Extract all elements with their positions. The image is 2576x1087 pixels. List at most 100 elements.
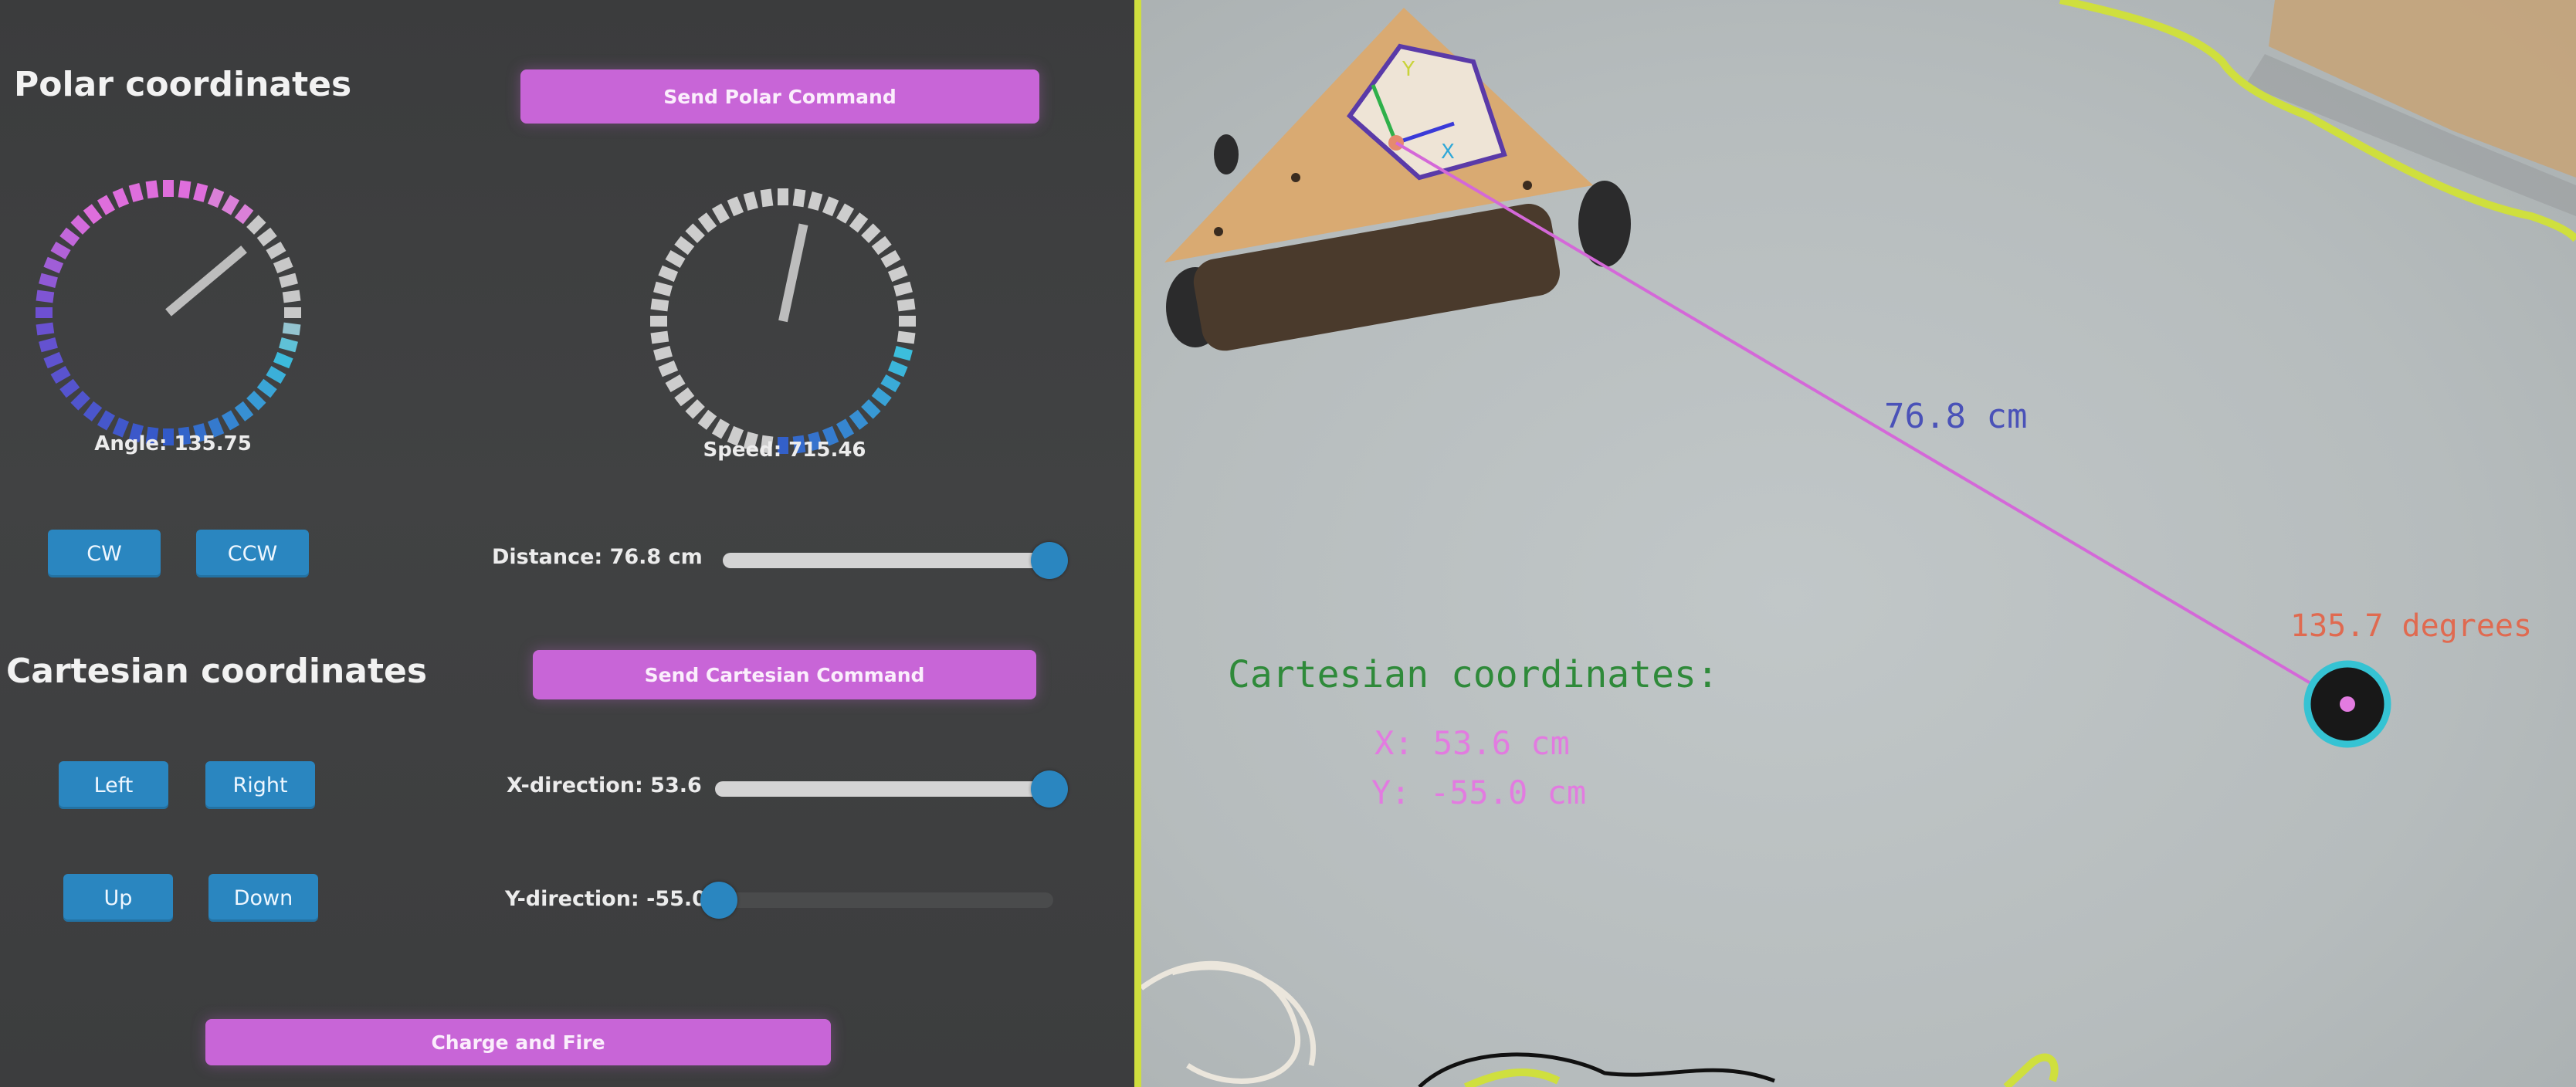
boundary-bottom-right [2003,1053,2059,1087]
angle-dial-tick [43,351,64,369]
send-cartesian-command-button[interactable]: Send Cartesian Command [533,650,1036,699]
speed-dial-tick [665,249,686,269]
speed-dial-tick [880,249,901,269]
angle-dial-tick [273,351,293,369]
app-root: Polar coordinates Send Polar Command Ang… [0,0,2576,1087]
speed-label: Speed: 715.46 [703,439,866,462]
speed-dial-tick [897,330,916,344]
angle-dial[interactable] [29,174,307,452]
y-direction-label: Y-direction: -55.0 [505,887,707,911]
x-direction-label: X-direction: 53.6 [507,774,702,797]
axis-y-label: Y [1402,58,1415,81]
charge-and-fire-button[interactable]: Charge and Fire [205,1019,831,1065]
angle-dial-tick [36,290,55,303]
angle-dial-tick [39,337,58,353]
speed-dial-tick [653,281,673,296]
degrees-overlay-text: 135.7 degrees [2290,608,2533,644]
up-button[interactable]: Up [63,874,173,922]
angle-dial-tick [234,401,254,422]
angle-label: Angle: 135.75 [94,432,252,455]
angle-dial-tick [145,180,159,199]
angle-dial-tick [221,410,240,431]
x-direction-slider[interactable] [715,770,1068,808]
angle-dial-tick [112,188,130,208]
speed-dial-tick [792,188,806,208]
speed-dial-tick [861,399,881,419]
angle-dial-tick [207,188,225,208]
left-button[interactable]: Left [59,761,168,809]
y-slider-knob[interactable] [700,882,738,919]
speed-dial-tick [887,360,908,378]
right-button[interactable]: Right [205,761,315,809]
polar-heading: Polar coordinates [14,65,352,104]
distance-slider[interactable] [723,542,1069,579]
angle-dial-tick [43,256,64,274]
distance-slider-knob[interactable] [1031,542,1069,579]
speed-dial-tick [880,374,901,393]
speed-dial-tick [650,330,669,344]
angle-dial-tick [50,365,71,384]
x-overlay-text: X: 53.6 cm [1374,724,1570,762]
angle-dial-tick [193,183,208,202]
angle-dial-tick [221,195,240,215]
axis-x-label: X [1441,141,1455,164]
boundary-bottom [1463,1068,1561,1087]
angle-dial-tick [282,290,301,303]
x-slider-knob[interactable] [1030,770,1068,808]
speed-dial-tick [697,409,717,430]
speed-dial-tick [893,346,913,361]
speed-dial-tick [808,191,823,211]
speed-dial-tick [871,387,892,407]
speed-dial-tick [727,196,744,217]
speed-dial-tick [711,418,730,439]
angle-dial-tick [279,337,298,353]
angle-dial-tick [97,410,116,431]
speed-dial-tick [861,223,881,243]
speed-dial-tick [658,360,679,378]
x-slider-fill [715,781,1049,797]
speed-dial-tick [897,298,916,312]
camera-view: Y X 76.8 cm 135.7 degrees Cartesian coor… [1141,0,2576,1087]
speed-dial-tick [893,281,913,296]
speed-dial-needle [778,223,808,323]
distance-slider-fill [723,553,1050,568]
angle-dial-tick [178,180,192,199]
angle-dial-tick [83,204,103,225]
angle-dial-tick [59,378,80,398]
speed-dial-tick [836,418,855,439]
angle-dial-tick [59,227,80,247]
speed-dial-tick [836,203,855,224]
angle-dial-tick [39,273,58,288]
angle-dial-tick [50,241,71,260]
speed-dial-tick [871,235,892,256]
angle-dial-tick [256,227,277,247]
angle-dial-tick [282,322,301,336]
speed-dial-tick [887,265,908,283]
speed-dial-tick [650,298,669,312]
speed-dial-tick [685,399,705,419]
speed-dial[interactable] [644,182,922,460]
camera-border [1134,0,1141,1087]
angle-dial-tick [128,183,144,202]
speed-dial-tick [822,196,839,217]
speed-dial-tick [658,265,679,283]
speed-dial-tick [760,188,774,208]
angle-dial-tick [273,256,293,274]
speed-dial-tick [711,203,730,224]
down-button[interactable]: Down [208,874,318,922]
speed-dial-tick [849,409,869,430]
angle-dial-tick [266,365,286,384]
control-panel: Polar coordinates Send Polar Command Ang… [0,0,1141,1087]
speed-dial-tick [685,223,705,243]
send-polar-command-button[interactable]: Send Polar Command [520,69,1039,124]
speed-dial-tick [653,346,673,361]
speed-dial-tick [665,374,686,393]
angle-dial-tick [266,241,286,260]
cw-button[interactable]: CW [48,530,161,577]
ccw-button[interactable]: CCW [196,530,309,577]
angle-dial-tick [97,195,116,215]
angle-dial-tick [256,378,277,398]
angle-dial-tick [234,204,254,225]
y-direction-slider[interactable] [700,882,1053,919]
speed-dial-tick [674,387,695,407]
